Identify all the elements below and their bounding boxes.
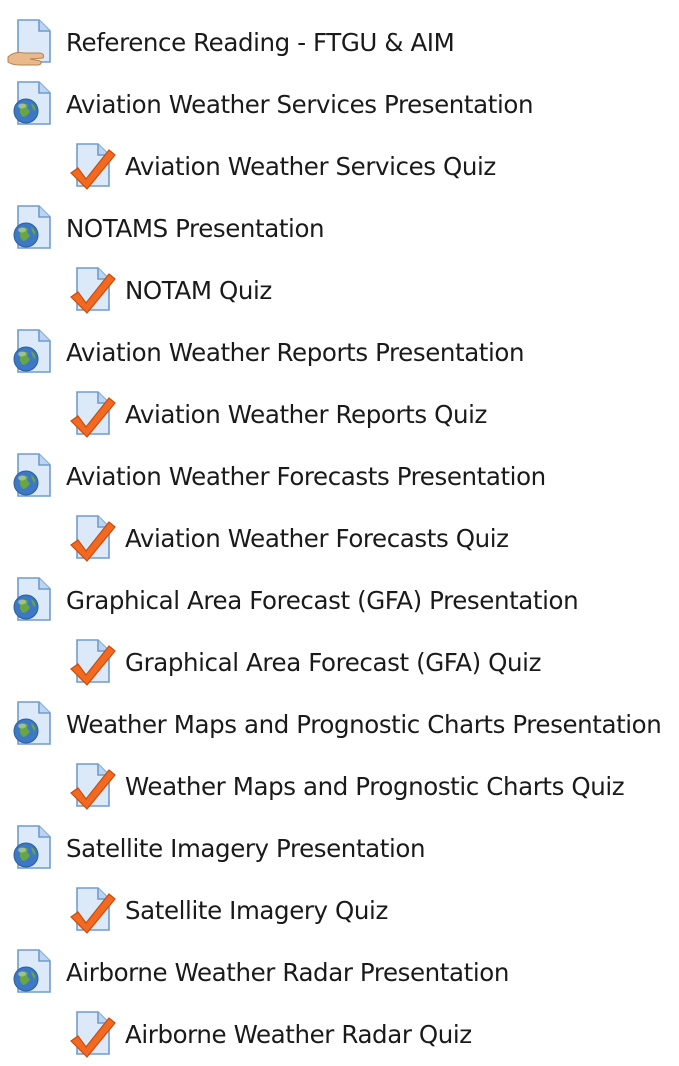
url-globe-icon	[13, 825, 51, 869]
activity-label[interactable]: Graphical Area Forecast (GFA) Quiz	[125, 650, 541, 676]
activity-gfa-quiz[interactable]: Graphical Area Forecast (GFA) Quiz	[65, 632, 541, 694]
activity-gfa-presentation[interactable]: Graphical Area Forecast (GFA) Presentati…	[6, 570, 579, 632]
activity-satellite-presentation[interactable]: Satellite Imagery Presentation	[6, 818, 425, 880]
url-globe-icon	[13, 701, 51, 745]
quiz-check-icon	[70, 391, 116, 438]
activity-label[interactable]: NOTAM Quiz	[125, 278, 272, 304]
activity-label[interactable]: Weather Maps and Prognostic Charts Prese…	[66, 712, 662, 738]
activity-list: Reference Reading - FTGU & AIM Aviation …	[0, 0, 679, 1058]
activity-weather-reports-quiz[interactable]: Aviation Weather Reports Quiz	[65, 384, 487, 446]
activity-label[interactable]: NOTAMS Presentation	[66, 216, 325, 242]
quiz-check-icon	[70, 515, 116, 562]
quiz-check-icon	[70, 267, 116, 314]
activity-label[interactable]: Weather Maps and Prognostic Charts Quiz	[125, 774, 625, 800]
page-hand-icon	[7, 19, 51, 66]
activity-weather-forecasts-presentation[interactable]: Aviation Weather Forecasts Presentation	[6, 446, 546, 508]
activity-label[interactable]: Aviation Weather Services Quiz	[125, 154, 496, 180]
activity-weather-maps-quiz[interactable]: Weather Maps and Prognostic Charts Quiz	[65, 756, 625, 818]
activity-label[interactable]: Graphical Area Forecast (GFA) Presentati…	[66, 588, 579, 614]
activity-label[interactable]: Aviation Weather Forecasts Presentation	[66, 464, 546, 490]
quiz-check-icon	[70, 887, 116, 934]
activity-radar-presentation[interactable]: Airborne Weather Radar Presentation	[6, 942, 509, 1004]
activity-radar-quiz[interactable]: Airborne Weather Radar Quiz	[65, 1004, 472, 1066]
activity-label[interactable]: Aviation Weather Reports Quiz	[125, 402, 487, 428]
activity-notams-presentation[interactable]: NOTAMS Presentation	[6, 198, 325, 260]
activity-notam-quiz[interactable]: NOTAM Quiz	[65, 260, 272, 322]
activity-weather-services-presentation[interactable]: Aviation Weather Services Presentation	[6, 74, 533, 136]
activity-label[interactable]: Satellite Imagery Presentation	[66, 836, 425, 862]
activity-weather-services-quiz[interactable]: Aviation Weather Services Quiz	[65, 136, 496, 198]
activity-weather-reports-presentation[interactable]: Aviation Weather Reports Presentation	[6, 322, 525, 384]
activity-label[interactable]: Aviation Weather Forecasts Quiz	[125, 526, 509, 552]
quiz-check-icon	[70, 763, 116, 810]
activity-label[interactable]: Airborne Weather Radar Presentation	[66, 960, 509, 986]
activity-weather-forecasts-quiz[interactable]: Aviation Weather Forecasts Quiz	[65, 508, 509, 570]
url-globe-icon	[13, 81, 51, 125]
quiz-check-icon	[70, 1011, 116, 1058]
url-globe-icon	[13, 453, 51, 497]
url-globe-icon	[13, 577, 51, 621]
activity-label[interactable]: Aviation Weather Services Presentation	[66, 92, 533, 118]
quiz-check-icon	[70, 639, 116, 686]
url-globe-icon	[13, 949, 51, 993]
activity-weather-maps-presentation[interactable]: Weather Maps and Prognostic Charts Prese…	[6, 694, 662, 756]
activity-label[interactable]: Airborne Weather Radar Quiz	[125, 1022, 472, 1048]
activity-label[interactable]: Satellite Imagery Quiz	[125, 898, 388, 924]
activity-label[interactable]: Reference Reading - FTGU & AIM	[66, 30, 455, 56]
activity-satellite-quiz[interactable]: Satellite Imagery Quiz	[65, 880, 388, 942]
activity-reference-reading[interactable]: Reference Reading - FTGU & AIM	[6, 12, 455, 74]
activity-label[interactable]: Aviation Weather Reports Presentation	[66, 340, 525, 366]
quiz-check-icon	[70, 143, 116, 190]
url-globe-icon	[13, 329, 51, 373]
url-globe-icon	[13, 205, 51, 249]
